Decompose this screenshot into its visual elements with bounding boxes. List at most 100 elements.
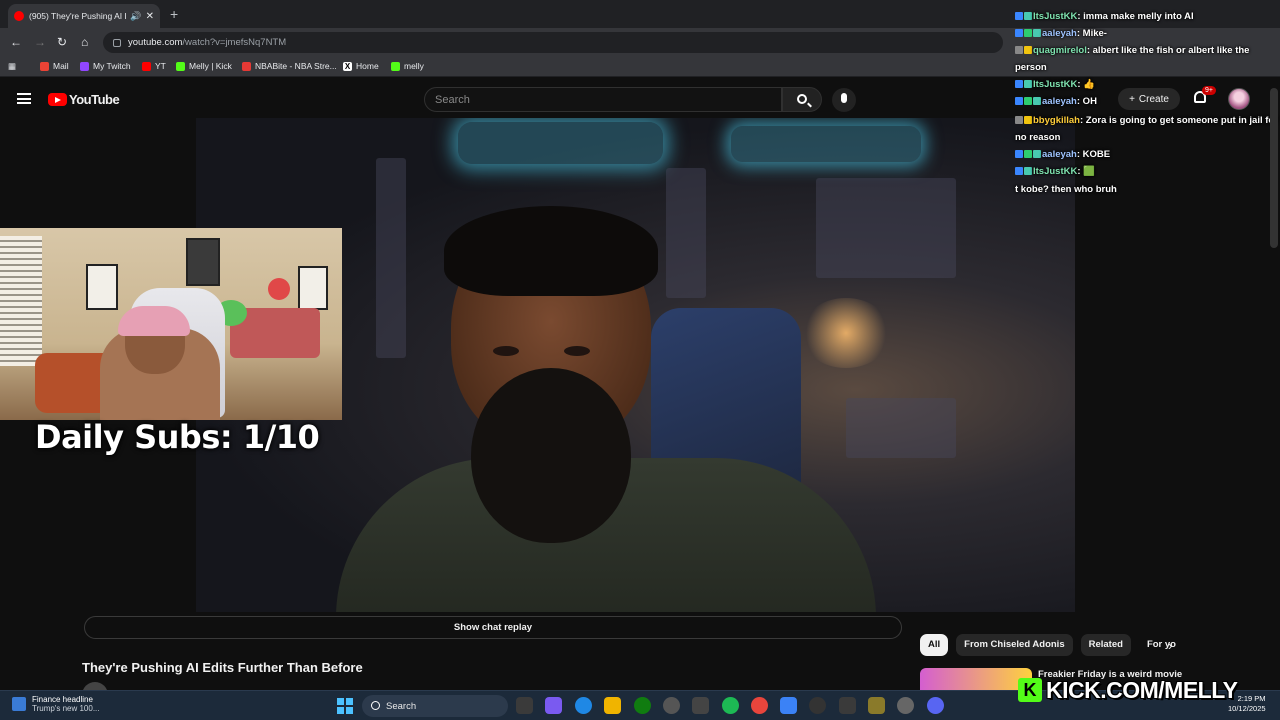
recommendation-chips: All From Chiseled Adonis Related For yo — [920, 634, 1184, 656]
chat-badge-icon — [1015, 80, 1023, 88]
kick-icon — [391, 61, 400, 71]
spotify-icon[interactable] — [722, 697, 739, 714]
kick-url-overlay: K KICK.COM/MELLY — [1018, 675, 1238, 705]
chat-username[interactable]: aaleyah — [1042, 96, 1077, 107]
task-view-icon[interactable] — [516, 697, 533, 714]
store-icon[interactable] — [692, 697, 709, 714]
youtube-favicon-icon — [14, 11, 24, 21]
search-button[interactable] — [782, 87, 822, 112]
url-path: /watch?v=jmefsNq7NTM — [182, 37, 287, 48]
chat-badge-icon — [1024, 116, 1032, 124]
chat-username[interactable]: ItsJustKK — [1033, 11, 1077, 22]
chat-badge-icon — [1024, 80, 1032, 88]
site-info-icon[interactable] — [113, 38, 121, 47]
menu-hamburger-icon[interactable] — [17, 93, 31, 104]
chat-message: bbygkillah: Zora is going to get someone… — [1015, 112, 1280, 146]
creator-eye — [564, 346, 590, 356]
close-tab-icon[interactable]: ✕ — [146, 11, 154, 22]
tab-title: (905) They're Pushing AI Ed — [29, 11, 127, 21]
chat-badge-icon — [1015, 46, 1023, 54]
background-shelf — [816, 178, 956, 278]
window-blinds — [0, 236, 42, 366]
chip-from-channel[interactable]: From Chiseled Adonis — [956, 634, 1073, 656]
recommended-video-thumbnail[interactable] — [920, 668, 1032, 690]
x-logo-icon: X — [343, 61, 352, 71]
xbox-icon[interactable] — [634, 697, 651, 714]
chrome-icon[interactable] — [751, 697, 768, 714]
chat-username[interactable]: bbygkillah — [1033, 115, 1080, 126]
media-player-icon[interactable] — [809, 697, 826, 714]
bookmark-mail[interactable]: Mail — [40, 61, 69, 71]
background-shelf — [376, 158, 406, 358]
neon-sign-right — [731, 126, 921, 162]
red-plush — [268, 278, 290, 300]
voice-search-mic-icon[interactable] — [832, 88, 856, 112]
creator-eye — [493, 346, 519, 356]
chat-username[interactable]: ItsJustKK — [1033, 166, 1077, 177]
discord-icon[interactable] — [927, 697, 944, 714]
show-chat-replay-button[interactable]: Show chat replay — [84, 616, 902, 639]
chat-text: : 🟩 — [1077, 166, 1095, 177]
copilot-icon[interactable] — [545, 697, 562, 714]
file-explorer-icon[interactable] — [604, 697, 621, 714]
chat-badge-icon — [1024, 150, 1032, 158]
chat-username[interactable]: aaleyah — [1042, 28, 1077, 39]
stream-chat-overlay: ItsJustKK: imma make melly into AI aaleya… — [1015, 0, 1280, 200]
address-bar[interactable]: youtube.com /watch?v=jmefsNq7NTM — [103, 32, 1003, 53]
chat-text: : imma make melly into AI — [1077, 11, 1194, 22]
home-icon[interactable]: ⌂ — [81, 35, 88, 49]
twitch-icon — [80, 61, 89, 71]
settings-gear-icon[interactable] — [897, 697, 914, 714]
chip-for-you[interactable]: For yo — [1139, 634, 1184, 656]
chat-message: aaleyah: Mike- — [1015, 25, 1280, 42]
edge-icon[interactable] — [575, 697, 592, 714]
chat-username[interactable]: aaleyah — [1042, 149, 1077, 160]
search-input[interactable]: Search — [424, 87, 782, 112]
kick-logo-icon: K — [1018, 678, 1042, 702]
page-scrollbar[interactable] — [1270, 88, 1278, 248]
chat-message: aaleyah: OH — [1015, 93, 1280, 110]
creator-hair — [444, 206, 658, 296]
app-icon[interactable] — [839, 697, 856, 714]
lamp-glow — [801, 298, 891, 368]
bookmark-nbabite[interactable]: NBABite - NBA Stre... — [242, 61, 337, 71]
chat-username[interactable]: quagmirelol — [1033, 45, 1087, 56]
audio-playing-icon[interactable]: 🔊 — [130, 11, 141, 22]
back-arrow-icon[interactable]: ← — [10, 35, 22, 49]
forward-arrow-icon[interactable]: → — [34, 35, 46, 49]
chat-message: ItsJustKK: 👍 — [1015, 76, 1280, 93]
chat-badge-icon — [1015, 29, 1023, 37]
neon-sign-left — [458, 122, 663, 164]
bookmark-yt[interactable]: YT — [142, 61, 166, 71]
chat-badge-icon — [1033, 29, 1041, 37]
clock-date: 10/12/2025 — [1228, 704, 1266, 713]
bookmark-my-twitch[interactable]: My Twitch — [80, 61, 131, 71]
chat-badge-icon — [1015, 12, 1023, 20]
bookmark-home[interactable]: X Home — [343, 61, 379, 71]
app-icon[interactable] — [868, 697, 885, 714]
bookmark-melly[interactable]: melly — [391, 61, 424, 71]
obs-icon[interactable] — [663, 697, 680, 714]
youtube-logo[interactable]: YouTube — [48, 92, 120, 107]
chip-related[interactable]: Related — [1080, 634, 1131, 656]
chat-text: : 👍 — [1077, 79, 1095, 90]
nbabite-icon — [242, 61, 251, 71]
streamer-webcam — [0, 228, 342, 420]
taskbar-search[interactable]: Search — [362, 695, 508, 717]
chip-all[interactable]: All — [920, 634, 949, 656]
chat-username[interactable]: ItsJustKK — [1033, 79, 1077, 90]
chat-text: : Mike- — [1076, 28, 1107, 39]
chat-message: quagmirelol: albert like the fish or alb… — [1015, 42, 1280, 76]
creator-beard — [471, 368, 631, 543]
apps-grid-icon[interactable]: ▦ — [8, 61, 16, 72]
news-widget[interactable]: Finance headline Trump's new 100... — [12, 695, 99, 713]
browser-tab[interactable]: (905) They're Pushing AI Ed 🔊 ✕ — [8, 4, 160, 28]
bookmark-melly-kick[interactable]: Melly | Kick — [176, 61, 232, 71]
reload-icon[interactable]: ↻ — [57, 35, 67, 49]
chips-next-chevron-icon[interactable]: › — [1168, 638, 1172, 653]
photos-icon[interactable] — [780, 697, 797, 714]
url-host: youtube.com — [128, 37, 183, 48]
news-icon — [12, 697, 26, 711]
windows-start-icon[interactable] — [337, 698, 353, 714]
new-tab-button[interactable]: + — [170, 6, 178, 22]
